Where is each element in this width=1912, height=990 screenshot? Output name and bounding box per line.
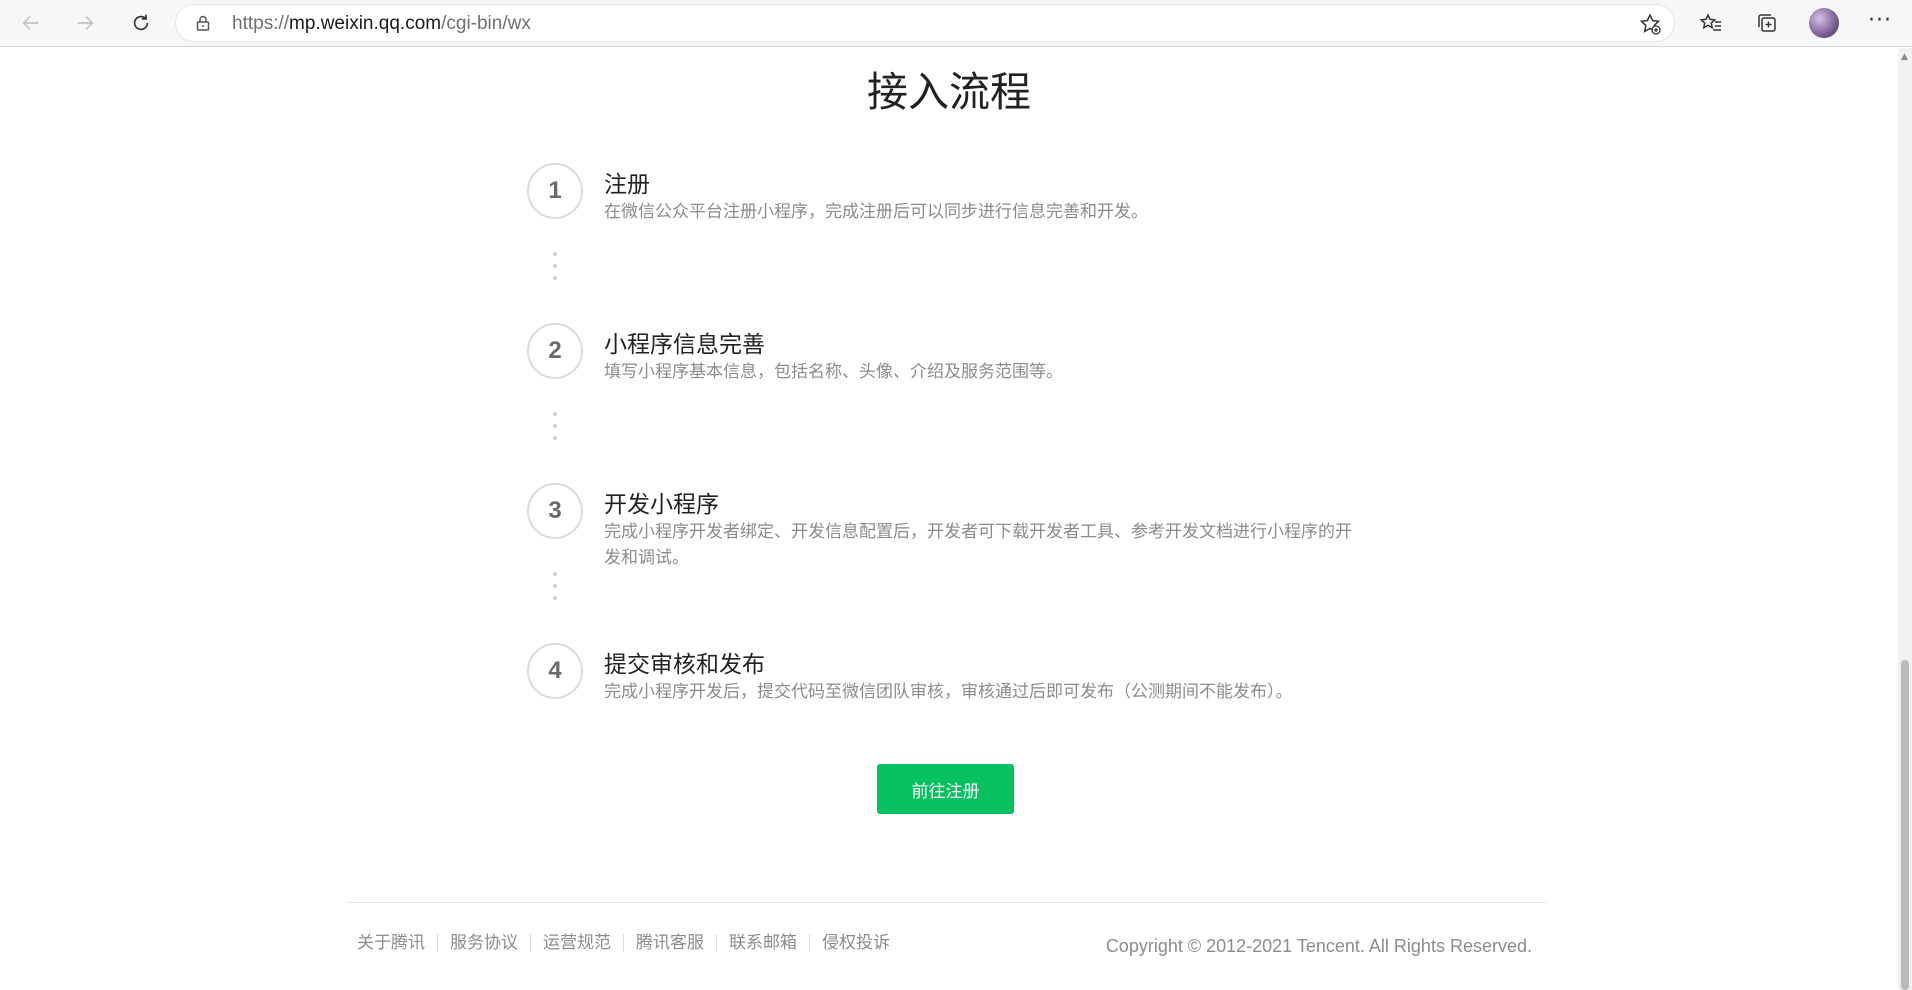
step-title: 开发小程序 [604, 492, 719, 518]
scrollbar-thumb[interactable] [1901, 660, 1909, 990]
footer-divider [347, 902, 1547, 903]
refresh-icon [133, 14, 149, 31]
footer-link-email[interactable]: 联系邮箱 [716, 934, 809, 952]
arrow-left-icon [22, 15, 39, 31]
step-description: 完成小程序开发后，提交代码至微信团队审核，审核通过后即可发布（公测期间不能发布）… [604, 682, 1293, 702]
step-connector [553, 412, 557, 448]
page-content: 接入流程 1 注册 在微信公众平台注册小程序，完成注册后可以同步进行信息完善和开… [0, 48, 1898, 990]
step-number: 1 [527, 163, 583, 219]
url-host: mp.weixin.qq.com [289, 13, 442, 34]
collections-button[interactable] [1753, 9, 1781, 37]
footer-link-support[interactable]: 腾讯客服 [623, 934, 716, 952]
lock-icon [196, 15, 210, 31]
step-title: 小程序信息完善 [604, 332, 765, 358]
copyright-text: Copyright © 2012-2021 Tencent. All Right… [1105, 936, 1532, 956]
footer-link-rules[interactable]: 运营规范 [530, 934, 623, 952]
step-description: 填写小程序基本信息，包括名称、头像、介绍及服务范围等。 [604, 362, 1063, 382]
back-button[interactable] [14, 6, 48, 40]
profile-avatar[interactable] [1809, 8, 1839, 38]
step-number: 3 [527, 483, 583, 539]
step-title: 注册 [604, 172, 650, 198]
step-connector [553, 572, 557, 608]
step-description: 完成小程序开发者绑定、开发信息配置后，开发者可下载开发者工具、参考开发文档进行小… [604, 522, 1352, 568]
url-scheme: https:// [232, 13, 290, 34]
footer-link-terms[interactable]: 服务协议 [437, 934, 530, 952]
footer-link-infringement[interactable]: 侵权投诉 [809, 934, 902, 952]
url-path: /cgi-bin/wx [441, 13, 531, 34]
address-bar[interactable]: https://mp.weixin.qq.com/cgi-bin/wx [176, 5, 1674, 41]
more-menu-icon[interactable]: ··· [1868, 8, 1892, 33]
refresh-button[interactable] [124, 6, 158, 40]
footer-link-about[interactable]: 关于腾讯 [357, 934, 437, 952]
step-number: 2 [527, 323, 583, 379]
step-connector [553, 252, 557, 288]
forward-button[interactable] [68, 6, 102, 40]
step-number: 4 [527, 643, 583, 699]
favorites-button[interactable] [1697, 9, 1725, 37]
scroll-up-arrow-icon[interactable]: ▲ [1901, 52, 1908, 62]
favorites-list-icon [1699, 13, 1721, 31]
step-description: 在微信公众平台注册小程序，完成注册后可以同步进行信息完善和开发。 [604, 202, 1148, 222]
add-favorite-icon[interactable] [1638, 12, 1662, 36]
page-title: 接入流程 [867, 68, 1031, 116]
browser-toolbar: https://mp.weixin.qq.com/cgi-bin/wx ··· [0, 0, 1912, 47]
page-scrollbar[interactable]: ▲ [1898, 48, 1912, 990]
step-title: 提交审核和发布 [604, 652, 765, 678]
url-text: https://mp.weixin.qq.com/cgi-bin/wx [232, 13, 531, 35]
register-button[interactable]: 前往注册 [877, 764, 1014, 814]
arrow-right-icon [77, 15, 94, 31]
collections-icon [1758, 14, 1776, 32]
footer-links: 关于腾讯 服务协议 运营规范 腾讯客服 联系邮箱 侵权投诉 [357, 934, 902, 952]
